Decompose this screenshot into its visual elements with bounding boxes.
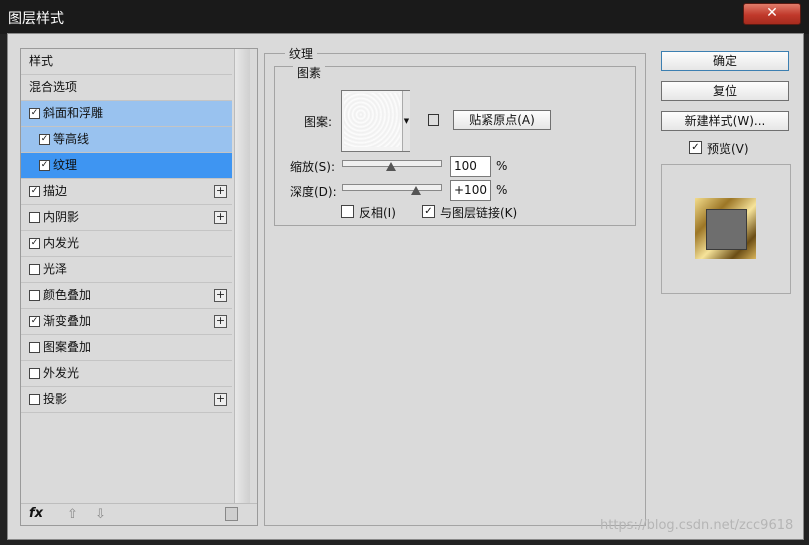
style-item-checkbox[interactable]: ✓ <box>29 316 40 327</box>
style-item-checkbox[interactable] <box>29 342 40 353</box>
style-item[interactable]: 外发光 <box>21 361 232 387</box>
style-item[interactable]: 颜色叠加 + <box>21 283 232 309</box>
style-item-checkbox[interactable]: ✓ <box>39 134 50 145</box>
invert-label[interactable]: 反相(I) <box>359 204 396 221</box>
style-item-label: 外发光 <box>43 366 80 380</box>
new-preset-icon[interactable] <box>428 114 439 126</box>
style-item-checkbox[interactable]: ✓ <box>29 108 40 119</box>
style-item-checkbox[interactable] <box>29 368 40 379</box>
preview-inner <box>706 209 747 250</box>
depth-slider[interactable] <box>342 184 442 191</box>
close-button[interactable]: ✕ <box>743 3 801 25</box>
scale-slider-thumb[interactable] <box>386 162 396 171</box>
pattern-swatch[interactable] <box>344 93 400 147</box>
style-item-label: 混合选项 <box>29 80 78 94</box>
reset-button[interactable]: 复位 <box>661 81 789 101</box>
preview-label[interactable]: 预览(V) <box>707 140 749 157</box>
depth-input[interactable]: +100 <box>450 180 491 201</box>
style-item-checkbox[interactable] <box>29 290 40 301</box>
scale-unit: % <box>496 159 508 173</box>
style-item-checkbox[interactable]: ✓ <box>29 238 40 249</box>
style-item-checkbox[interactable]: ✓ <box>39 160 50 171</box>
style-item-label: 纹理 <box>53 158 78 172</box>
depth-label: 深度(D): <box>290 185 337 199</box>
style-item-checkbox[interactable] <box>29 212 40 223</box>
style-item-checkbox[interactable] <box>29 264 40 275</box>
style-item-label: 样式 <box>29 54 54 68</box>
style-item[interactable]: ✓ 内发光 <box>21 231 232 257</box>
section-title: 纹理 <box>285 45 318 62</box>
style-item[interactable]: ✓ 斜面和浮雕 <box>21 101 232 127</box>
style-item[interactable]: 内阴影 + <box>21 205 232 231</box>
dialog-title: 图层样式 <box>8 11 64 27</box>
style-item[interactable]: 光泽 <box>21 257 232 283</box>
ok-button[interactable]: 确定 <box>661 51 789 71</box>
dialog-client-area: 样式 混合选项 ✓ 斜面和浮雕 ✓ 等高线 ✓ 纹理 ✓ 描边 + 内阴影 + ✓ 内发光 光泽 颜色叠加 + ✓ 渐… <box>7 33 804 540</box>
style-item-label: 颜色叠加 <box>43 288 92 302</box>
fx-button[interactable]: fx <box>29 506 43 521</box>
style-item[interactable]: 图案叠加 <box>21 335 232 361</box>
styles-scrollbar[interactable] <box>234 49 250 503</box>
scale-label: 缩放(S): <box>290 160 336 174</box>
style-item-checkbox[interactable]: ✓ <box>29 186 40 197</box>
depth-slider-thumb[interactable] <box>411 186 422 195</box>
style-item-label: 等高线 <box>53 132 90 146</box>
pattern-dropdown-icon[interactable]: ▼ <box>402 91 410 151</box>
style-item-label: 内阴影 <box>43 210 80 224</box>
move-down-icon[interactable]: ⇩ <box>95 507 106 522</box>
preview-thumbnail <box>695 198 756 259</box>
styles-panel: 样式 混合选项 ✓ 斜面和浮雕 ✓ 等高线 ✓ 纹理 ✓ 描边 + 内阴影 + ✓ 内发光 光泽 颜色叠加 + ✓ 渐… <box>20 48 258 526</box>
watermark: https://blog.csdn.net/zcc9618 <box>600 518 794 533</box>
depth-unit: % <box>496 183 508 197</box>
style-item-label: 光泽 <box>43 262 68 276</box>
style-item[interactable]: 样式 <box>21 49 232 75</box>
style-item-label: 渐变叠加 <box>43 314 92 328</box>
style-item-label: 斜面和浮雕 <box>43 106 104 120</box>
layer-style-dialog: 图层样式 ✕ 样式 混合选项 ✓ 斜面和浮雕 ✓ 等高线 ✓ 纹理 ✓ 描边 + 内阴影 + ✓ 内发光 光泽… <box>0 0 809 545</box>
styles-footer: fx ⇧ ⇩ <box>21 503 257 526</box>
style-item[interactable]: 混合选项 <box>21 75 232 101</box>
add-instance-icon[interactable]: + <box>214 211 227 224</box>
snap-to-origin-button[interactable]: 贴紧原点(A) <box>453 110 551 130</box>
style-item-label: 内发光 <box>43 236 80 250</box>
scale-input[interactable]: 100 <box>450 156 491 177</box>
style-preview <box>661 164 791 294</box>
add-instance-icon[interactable]: + <box>214 185 227 198</box>
new-style-button[interactable]: 新建样式(W)... <box>661 111 789 131</box>
group-title: 图素 <box>293 64 326 81</box>
trash-icon[interactable] <box>225 507 238 521</box>
invert-checkbox[interactable] <box>341 205 354 218</box>
link-with-layer-label[interactable]: 与图层链接(K) <box>440 204 517 221</box>
link-with-layer-checkbox[interactable]: ✓ <box>422 205 435 218</box>
title-bar: 图层样式 ✕ <box>0 0 809 34</box>
style-item-label: 图案叠加 <box>43 340 92 354</box>
style-item[interactable]: ✓ 描边 + <box>21 179 232 205</box>
style-item[interactable]: ✓ 纹理 <box>21 153 232 179</box>
pattern-picker[interactable]: ▼ <box>341 90 410 152</box>
style-item-label: 投影 <box>43 392 68 406</box>
style-item[interactable]: ✓ 等高线 <box>21 127 232 153</box>
style-item[interactable]: ✓ 渐变叠加 + <box>21 309 232 335</box>
elements-group <box>274 66 636 226</box>
style-list: 样式 混合选项 ✓ 斜面和浮雕 ✓ 等高线 ✓ 纹理 ✓ 描边 + 内阴影 + ✓ 内发光 光泽 颜色叠加 + ✓ 渐… <box>21 49 232 413</box>
add-instance-icon[interactable]: + <box>214 315 227 328</box>
style-item-checkbox[interactable] <box>29 394 40 405</box>
style-item-label: 描边 <box>43 184 68 198</box>
add-instance-icon[interactable]: + <box>214 289 227 302</box>
add-instance-icon[interactable]: + <box>214 393 227 406</box>
style-item[interactable]: 投影 + <box>21 387 232 413</box>
pattern-label: 图案: <box>304 115 333 129</box>
move-up-icon[interactable]: ⇧ <box>67 507 78 522</box>
preview-checkbox[interactable]: ✓ <box>689 141 702 154</box>
